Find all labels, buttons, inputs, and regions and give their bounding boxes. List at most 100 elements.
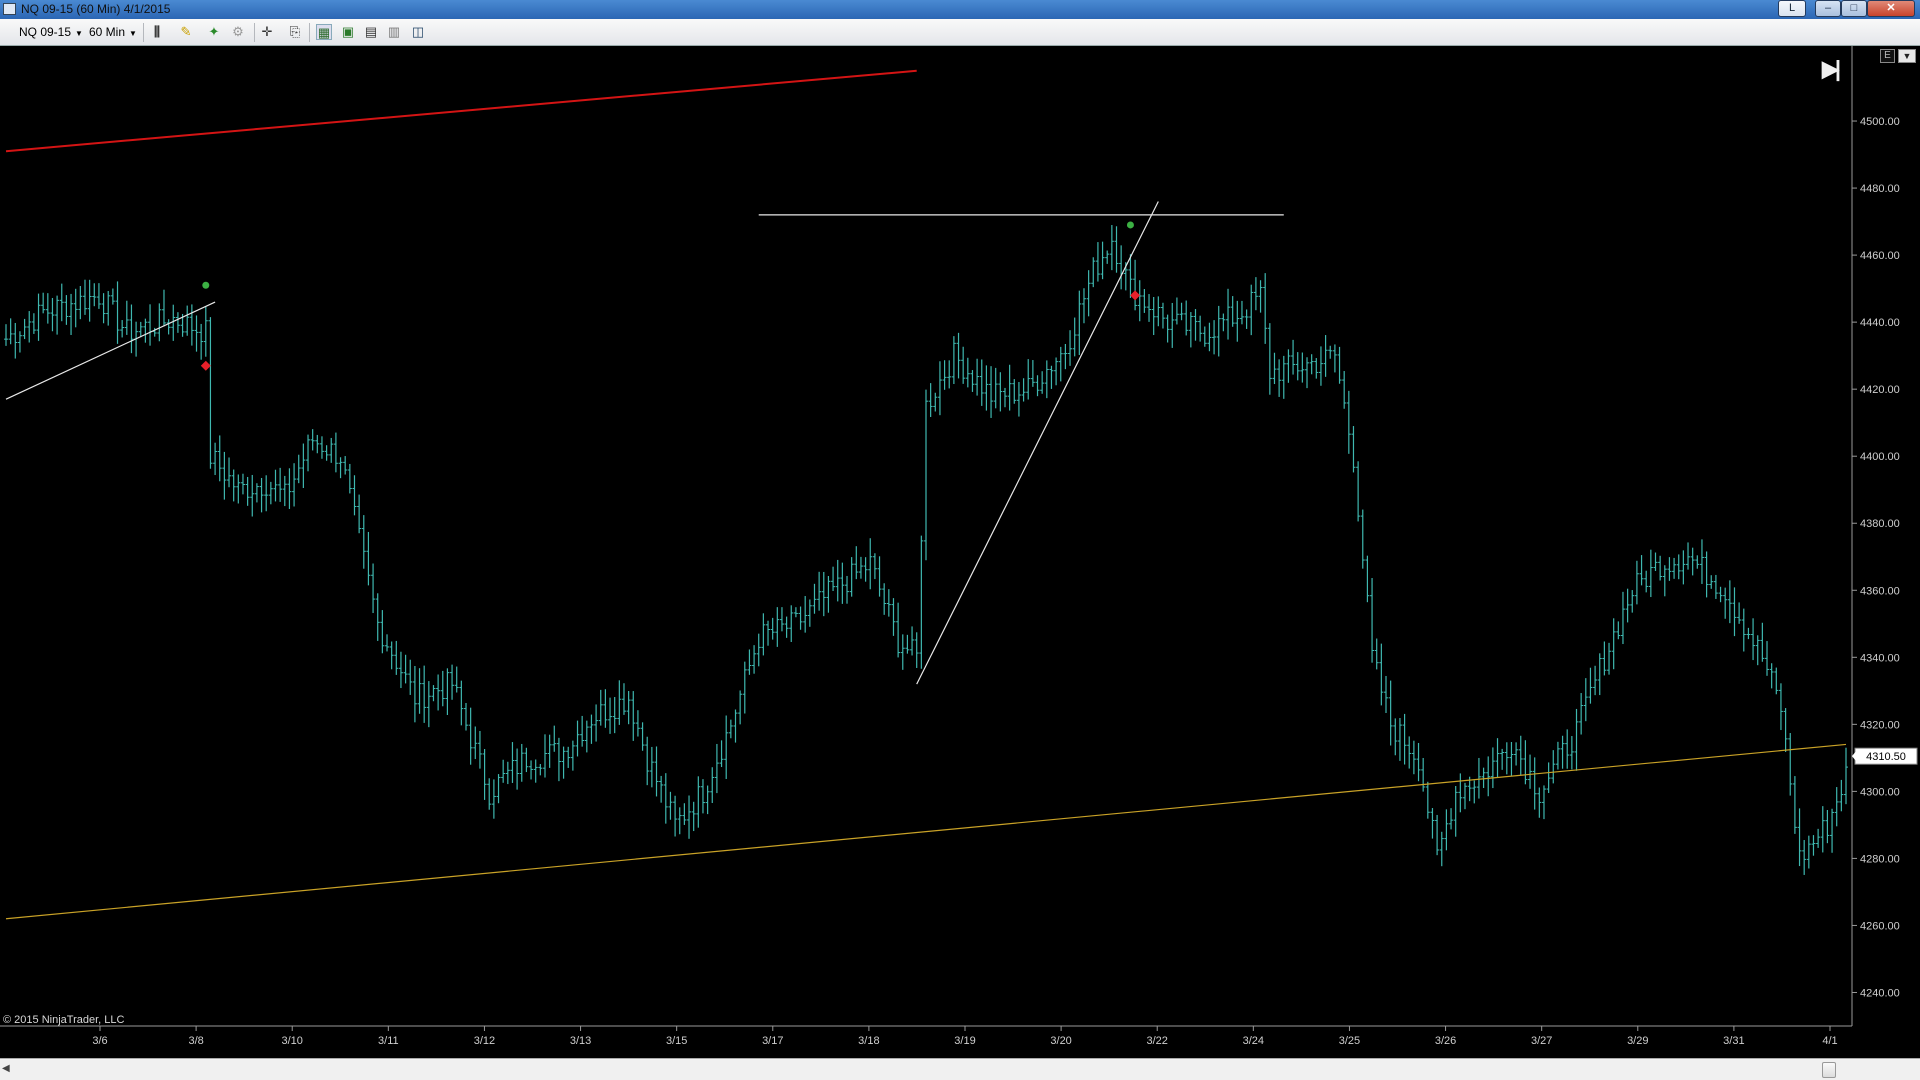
trendline-red [5,69,917,153]
ohlc-bar [491,779,496,819]
indicator-icon[interactable]: ✦ [206,24,222,40]
y-tick-label: 4260.00 [1860,920,1900,932]
scroll-left-icon[interactable]: ◀ [2,1063,10,1074]
ohlc-bar [1188,312,1193,348]
ohlc-bar [1202,326,1207,347]
data-box-icon[interactable]: ⎘ [287,24,303,40]
toolbar-divider [143,23,144,42]
ohlc-bar [1086,270,1091,317]
close-button[interactable]: ✕ [1867,0,1915,17]
ohlc-bar [189,304,194,346]
panel-menu-chevron-icon[interactable]: ▼ [1898,49,1916,63]
ohlc-bar [529,760,534,780]
ohlc-bar [213,442,218,476]
ohlc-bar [1002,387,1007,408]
horizontal-scrollbar[interactable]: ◀ [0,1058,1920,1080]
ohlc-bar [41,292,46,314]
ohlc-bar [673,795,678,837]
panel-expand-button[interactable]: E [1880,49,1895,63]
share-icon[interactable]: ▥ [386,24,402,40]
bar-style-icon[interactable]: ⫼ [149,24,165,40]
chart-canvas[interactable]: 4500.00 4480.00 4460.00 4440.00 4420.00 4400.… [0,46,1920,1058]
ohlc-bar [1667,557,1672,581]
ohlc-bar [621,683,626,715]
ohlc-bar [1044,360,1049,399]
ohlc-bar [840,562,845,604]
window-icon[interactable]: ◫ [410,24,426,40]
minimize-button[interactable]: – [1815,0,1841,17]
ohlc-bar [510,742,515,783]
ohlc-bar [854,546,859,580]
ohlc-bar [905,634,910,654]
interval-selector[interactable]: 60 Min ▼ [89,24,137,41]
ohlc-bar [1639,555,1644,586]
price-chart[interactable]: 4500.00 4480.00 4460.00 4440.00 4420.00 4400.… [0,46,1920,1058]
ohlc-bar [87,279,92,322]
ohlc-bar [1509,742,1514,776]
signal-dot-green [1126,221,1134,229]
ohlc-bar [27,311,32,343]
x-tick-label: 3/22 [1147,1035,1168,1047]
ohlc-bar [663,773,668,824]
ohlc-bar [631,691,636,741]
ohlc-bar [115,281,120,344]
window-titlebar[interactable]: NQ 09-15 (60 Min) 4/1/2015 L – □ ✕ [0,0,1920,19]
ohlc-bar [1109,225,1114,271]
chevron-down-icon: ▼ [75,29,83,38]
x-tick-label: 3/31 [1723,1035,1744,1047]
ohlc-bar [45,293,50,324]
ohlc-bar [412,666,417,723]
chart-trader-icon[interactable]: ▦ [316,24,332,40]
scrollbar-thumb[interactable] [1822,1062,1836,1078]
instrument-selector[interactable]: NQ 09-15 ▼ [19,24,83,41]
ohlc-bar [1453,785,1458,837]
ohlc-bar [1272,352,1277,385]
ohlc-bar [584,720,589,753]
ohlc-bar [73,288,78,328]
ohlc-bar [31,313,36,334]
ohlc-bar [1593,665,1598,696]
interval-label: 60 Min [89,25,126,39]
ohlc-bar [1644,570,1649,593]
go-to-end-icon[interactable]: ▶| [1822,56,1841,82]
ohlc-bar [306,434,311,472]
ohlc-bar [1792,776,1797,834]
template-icon[interactable]: ▤ [363,24,379,40]
ohlc-bar [961,346,966,384]
ohlc-bar [1565,729,1570,769]
ohlc-bar [1328,345,1333,359]
ohlc-bar [357,494,362,534]
ohlc-bar [1407,736,1412,769]
ohlc-bar [347,463,352,494]
ohlc-bar [1806,835,1811,869]
ohlc-bar [1416,742,1421,782]
ohlc-bar [1351,426,1356,473]
x-tick-label: 3/19 [954,1035,975,1047]
ohlc-bar [254,483,259,503]
drawing-tools-icon[interactable]: ✎ [178,24,194,40]
ohlc-bar [1091,257,1096,288]
ohlc-bar [700,779,705,814]
ohlc-bar [1630,590,1635,613]
ohlc-bar [1356,461,1361,522]
ohlc-bar [1616,621,1621,640]
maximize-button[interactable]: □ [1841,0,1867,17]
ohlc-bar [845,575,850,604]
ohlc-bar [1360,509,1365,569]
x-tick-label: 3/25 [1339,1035,1360,1047]
properties-icon[interactable]: ▣ [340,24,356,40]
ohlc-bar [1518,735,1523,776]
ohlc-bar [1820,806,1825,853]
ohlc-bar [682,803,687,825]
link-button[interactable]: L [1778,0,1806,17]
crosshair-icon[interactable]: ✛ [259,24,275,40]
ohlc-bar [1602,641,1607,676]
ohlc-bar [640,722,645,751]
ohlc-bar [1788,733,1793,796]
strategy-icon[interactable]: ⚙ [230,24,246,40]
ohlc-bar [896,602,901,658]
ohlc-bar [1834,787,1839,827]
x-tick-label: 3/17 [762,1035,783,1047]
ohlc-bar [1425,781,1430,819]
ohlc-bar [1207,322,1212,352]
